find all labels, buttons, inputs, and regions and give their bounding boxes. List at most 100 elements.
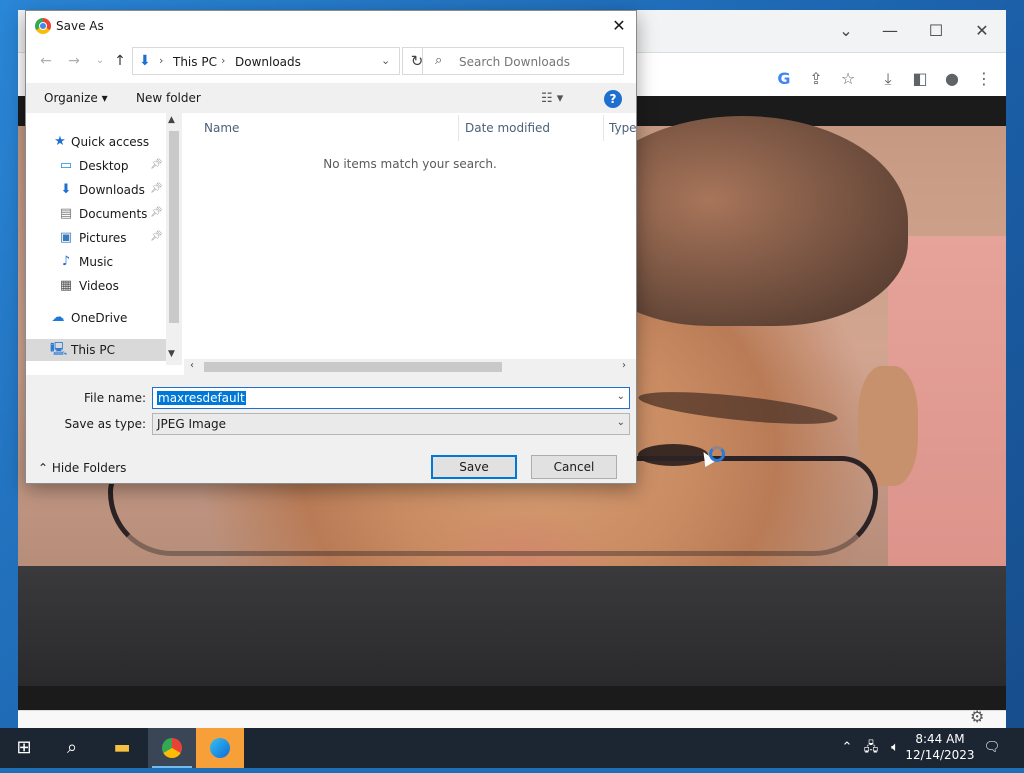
cloud-icon: ☁ bbox=[51, 310, 65, 325]
close-window-button[interactable]: ✕ bbox=[962, 16, 1002, 46]
sidebar-item-this-pc[interactable]: 🖳︎ This PC bbox=[26, 339, 166, 361]
busy-spinner-icon bbox=[709, 446, 725, 462]
scroll-right-icon[interactable]: › bbox=[622, 360, 626, 371]
empty-list-message: No items match your search. bbox=[323, 157, 497, 171]
navigation-bar: ← → ⌄ ↑ ⬇ › This PC › Downloads ⌄ ↻ ⌕ bbox=[26, 41, 636, 83]
bookmark-star-icon[interactable]: ☆ bbox=[834, 65, 862, 93]
gear-icon[interactable]: ⚙ bbox=[970, 707, 984, 726]
pin-icon: 📌︎ bbox=[150, 159, 163, 170]
pin-icon: 📌︎ bbox=[150, 183, 163, 194]
share-icon[interactable]: ⇪ bbox=[802, 65, 830, 93]
command-bar: Organize ▾ New folder ☷ ▾ ? bbox=[26, 83, 636, 113]
up-arrow-icon[interactable]: ↑ bbox=[110, 51, 130, 71]
chevron-down-icon[interactable]: ⌄ bbox=[617, 417, 625, 428]
scrollbar-thumb[interactable] bbox=[169, 131, 179, 323]
system-clock[interactable]: 8:44 AM 12/14/2023 bbox=[900, 731, 980, 763]
breadcrumb-separator-icon[interactable]: › bbox=[159, 54, 163, 67]
sidebar-item-onedrive[interactable]: ☁ OneDrive bbox=[26, 307, 166, 329]
maximize-button[interactable]: ☐ bbox=[916, 16, 956, 46]
documents-icon: ▤ bbox=[59, 206, 73, 221]
file-list-horizontal-scrollbar[interactable]: ‹ › bbox=[184, 359, 636, 375]
save-as-type-select[interactable]: JPEG Image ⌄ bbox=[152, 413, 630, 435]
sidebar-item-pictures[interactable]: ▣ Pictures 📌︎ bbox=[26, 227, 166, 249]
search-input[interactable] bbox=[457, 51, 621, 73]
side-panel-icon[interactable]: ◧ bbox=[906, 65, 934, 93]
back-arrow-icon[interactable]: ← bbox=[36, 51, 56, 71]
clock-time: 8:44 AM bbox=[915, 732, 965, 746]
chevron-up-icon[interactable]: ⌃ bbox=[838, 728, 856, 768]
save-as-type-value: JPEG Image bbox=[157, 417, 227, 431]
navigation-pane: ★ Quick access ▭ Desktop 📌︎ ⬇ Downloads … bbox=[26, 113, 166, 375]
new-folder-button[interactable]: New folder bbox=[136, 91, 201, 105]
sidebar-item-music[interactable]: ♪ Music bbox=[26, 251, 166, 273]
scroll-down-icon[interactable]: ▼ bbox=[168, 349, 175, 359]
videos-icon: ▦ bbox=[59, 278, 73, 293]
dialog-titlebar: Save As ✕ bbox=[26, 11, 636, 41]
computer-icon: 🖳︎ bbox=[50, 342, 68, 357]
download-icon: ⬇ bbox=[60, 182, 72, 197]
chrome-logo-icon bbox=[35, 18, 51, 34]
star-icon: ★ bbox=[54, 134, 66, 149]
music-icon: ♪ bbox=[61, 254, 71, 269]
profile-icon[interactable]: ● bbox=[938, 65, 966, 93]
taskbar: ⊞ ⌕ ▬ ⌃ 🖧︎ 🔈︎ 8:44 AM 12/14/2023 🗨︎ bbox=[0, 728, 1024, 768]
edge-taskbar-icon[interactable] bbox=[196, 728, 244, 768]
address-bar[interactable]: ⬇ › This PC › Downloads ⌄ bbox=[132, 47, 400, 75]
sidebar-scrollbar[interactable]: ▲ ▼ bbox=[166, 113, 182, 365]
address-dropdown-icon[interactable]: ⌄ bbox=[381, 54, 390, 67]
sidebar-item-documents[interactable]: ▤ Documents 📌︎ bbox=[26, 203, 166, 225]
search-icon: ⌕ bbox=[435, 53, 443, 68]
scroll-left-icon[interactable]: ‹ bbox=[190, 360, 194, 371]
breadcrumb-this-pc[interactable]: This PC bbox=[173, 55, 217, 69]
pictures-icon: ▣ bbox=[59, 230, 73, 245]
minimize-button[interactable]: — bbox=[870, 16, 910, 46]
scroll-up-icon[interactable]: ▲ bbox=[168, 115, 175, 125]
save-as-type-label: Save as type: bbox=[64, 417, 146, 431]
download-icon[interactable]: ⤓ bbox=[874, 65, 902, 93]
file-name-field[interactable]: maxresdefault ⌄ bbox=[152, 387, 630, 409]
sidebar-item-desktop[interactable]: ▭ Desktop 📌︎ bbox=[26, 155, 166, 177]
help-icon[interactable]: ? bbox=[604, 90, 622, 108]
sidebar-item-downloads[interactable]: ⬇ Downloads 📌︎ bbox=[26, 179, 166, 201]
scrollbar-thumb[interactable] bbox=[204, 362, 502, 372]
search-icon[interactable]: ⌕ bbox=[48, 728, 96, 768]
chevron-down-icon[interactable]: ⌄ bbox=[617, 391, 625, 402]
file-list: Name Date modified Type No items match y… bbox=[184, 113, 637, 365]
search-box[interactable]: ⌕ bbox=[422, 47, 624, 75]
recent-locations-icon[interactable]: ⌄ bbox=[90, 51, 110, 71]
column-header-date-modified[interactable]: Date modified bbox=[465, 121, 550, 135]
organize-button[interactable]: Organize ▾ bbox=[44, 91, 108, 105]
file-name-label: File name: bbox=[84, 391, 146, 405]
column-header-type[interactable]: Type bbox=[609, 121, 637, 135]
pin-icon: 📌︎ bbox=[150, 231, 163, 242]
sidebar-item-quick-access[interactable]: ★ Quick access bbox=[26, 131, 166, 153]
clock-date: 12/14/2023 bbox=[905, 748, 975, 762]
download-folder-icon: ⬇ bbox=[139, 53, 151, 69]
dialog-close-button[interactable]: ✕ bbox=[604, 13, 634, 39]
desktop-icon: ▭ bbox=[59, 158, 73, 173]
file-explorer-icon[interactable]: ▬ bbox=[98, 728, 146, 768]
hide-folders-label: Hide Folders bbox=[51, 461, 127, 475]
sidebar-item-videos[interactable]: ▦ Videos bbox=[26, 275, 166, 297]
chevron-down-icon[interactable]: ⌄ bbox=[826, 16, 866, 46]
save-as-dialog: Save As ✕ ← → ⌄ ↑ ⬇ › This PC › Download… bbox=[25, 10, 637, 484]
dialog-body: ★ Quick access ▭ Desktop 📌︎ ⬇ Downloads … bbox=[26, 113, 637, 375]
view-options-icon[interactable]: ☷ ▾ bbox=[541, 91, 563, 106]
chevron-up-icon: ⌃ bbox=[38, 461, 49, 475]
forward-arrow-icon[interactable]: → bbox=[64, 51, 84, 71]
windows-start-icon[interactable]: ⊞ bbox=[0, 728, 48, 768]
breadcrumb-separator-icon[interactable]: › bbox=[221, 54, 225, 67]
chrome-status-area: ⚙ bbox=[18, 707, 1006, 729]
save-button[interactable]: Save bbox=[431, 455, 517, 479]
google-icon[interactable]: G bbox=[770, 65, 798, 93]
network-icon[interactable]: 🖧︎ bbox=[860, 728, 882, 768]
notification-icon[interactable]: 🗨︎ bbox=[982, 728, 1002, 768]
cancel-button[interactable]: Cancel bbox=[531, 455, 617, 479]
file-name-value[interactable]: maxresdefault bbox=[157, 391, 246, 405]
menu-icon[interactable]: ⋮ bbox=[970, 65, 998, 93]
dialog-title: Save As bbox=[56, 19, 104, 33]
breadcrumb-downloads[interactable]: Downloads bbox=[235, 55, 301, 69]
hide-folders-button[interactable]: ⌃ Hide Folders bbox=[38, 461, 126, 475]
column-header-name[interactable]: Name bbox=[204, 121, 239, 135]
chrome-taskbar-icon[interactable] bbox=[148, 728, 196, 768]
